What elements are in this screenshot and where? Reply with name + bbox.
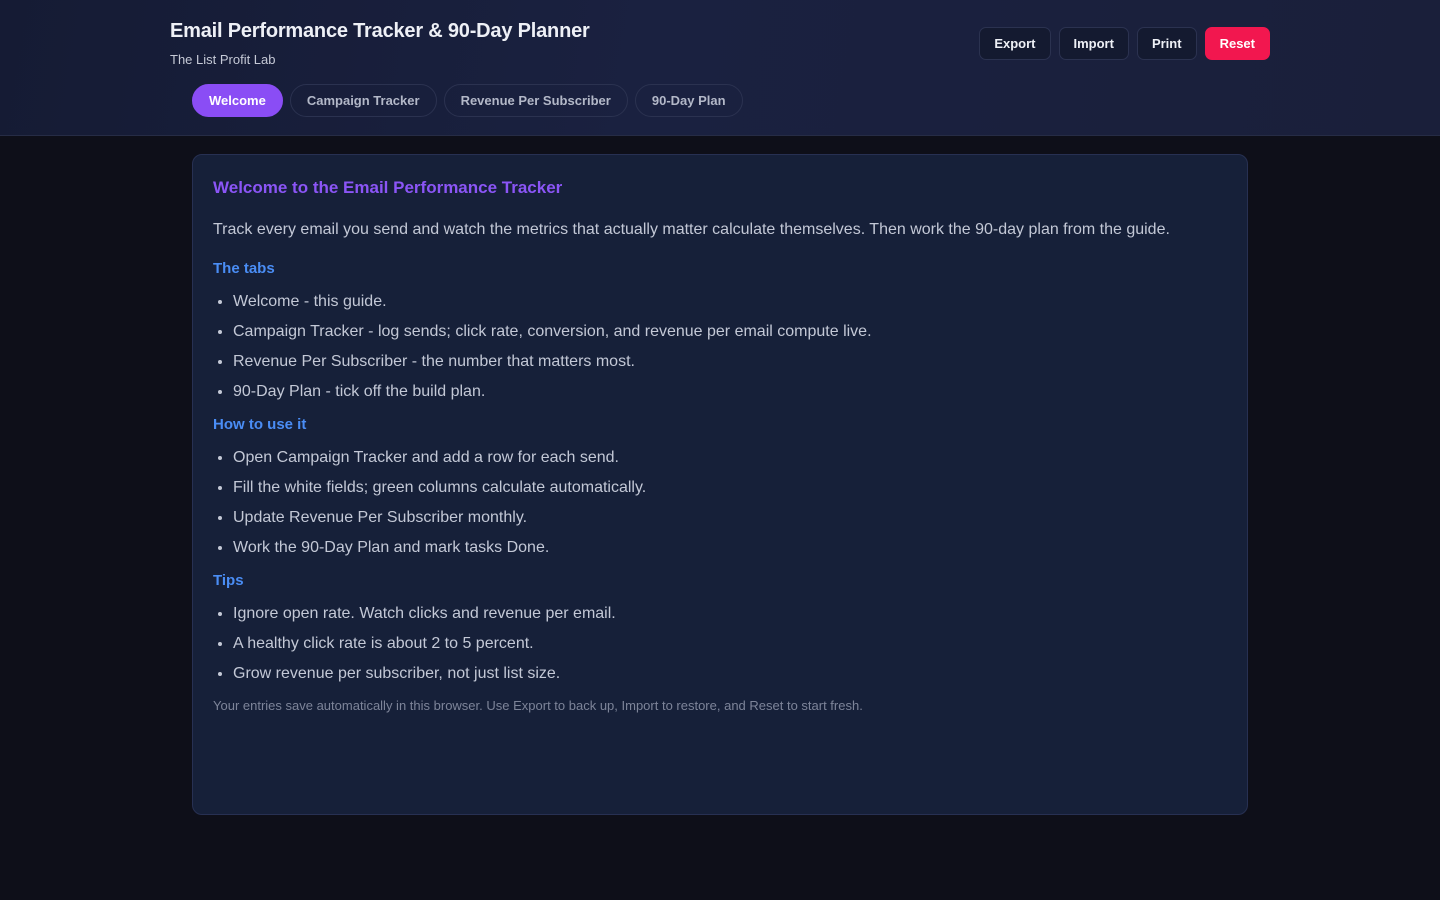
header-actions: Export Import Print Reset xyxy=(979,27,1270,60)
autosave-note: Your entries save automatically in this … xyxy=(213,698,863,713)
list-item: Revenue Per Subscriber - the number that… xyxy=(233,352,1227,372)
list-item: Open Campaign Tracker and add a row for … xyxy=(233,448,1227,468)
tips-list: Ignore open rate. Watch clicks and reven… xyxy=(213,604,1227,684)
export-button[interactable]: Export xyxy=(979,27,1051,60)
section-heading-tabs: The tabs xyxy=(213,260,275,277)
app-subtitle: The List Profit Lab xyxy=(170,52,276,67)
welcome-intro: Track every email you send and watch the… xyxy=(213,221,1170,238)
list-item: Update Revenue Per Subscriber monthly. xyxy=(233,508,1227,528)
list-item: 90-Day Plan - tick off the build plan. xyxy=(233,382,1227,402)
top-header: Email Performance Tracker & 90-Day Plann… xyxy=(0,0,1440,136)
import-button[interactable]: Import xyxy=(1058,27,1129,60)
how-to-use-list: Open Campaign Tracker and add a row for … xyxy=(213,448,1227,558)
list-item: Welcome - this guide. xyxy=(233,292,1227,312)
section-heading-tips: Tips xyxy=(213,572,244,589)
list-item: Work the 90-Day Plan and mark tasks Done… xyxy=(233,538,1227,558)
welcome-panel: Welcome to the Email Performance Tracker… xyxy=(192,154,1248,815)
list-item: Ignore open rate. Watch clicks and reven… xyxy=(233,604,1227,624)
reset-button[interactable]: Reset xyxy=(1204,27,1270,60)
tab-bar: Welcome Campaign Tracker Revenue Per Sub… xyxy=(192,84,743,117)
list-item: Fill the white fields; green columns cal… xyxy=(233,478,1227,498)
list-item: Campaign Tracker - log sends; click rate… xyxy=(233,322,1227,342)
app-title: Email Performance Tracker & 90-Day Plann… xyxy=(170,20,590,42)
list-item: Grow revenue per subscriber, not just li… xyxy=(233,664,1227,684)
tabs-list: Welcome - this guide. Campaign Tracker -… xyxy=(213,292,1227,402)
tab-campaign-tracker[interactable]: Campaign Tracker xyxy=(289,84,437,117)
tab-90-day-plan[interactable]: 90-Day Plan xyxy=(634,84,743,117)
welcome-heading: Welcome to the Email Performance Tracker xyxy=(213,178,563,197)
section-heading-how-to-use: How to use it xyxy=(213,416,307,433)
tab-welcome[interactable]: Welcome xyxy=(192,84,283,117)
list-item: A healthy click rate is about 2 to 5 per… xyxy=(233,634,1227,654)
print-button[interactable]: Print xyxy=(1136,27,1197,60)
tab-revenue-per-subscriber[interactable]: Revenue Per Subscriber xyxy=(443,84,628,117)
